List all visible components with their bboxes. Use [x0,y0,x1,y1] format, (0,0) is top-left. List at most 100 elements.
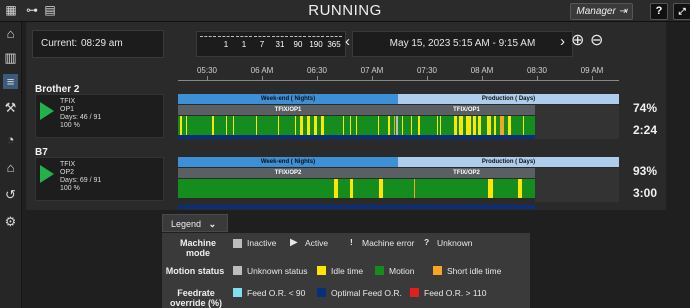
legend-item: Motion [389,266,415,276]
status-segment [518,179,522,198]
status-segment [411,116,412,135]
legend-item: Feed O.R. < 90 [247,288,306,298]
machine-card[interactable]: TFIX OP2 Days: 69 / 91 100 % [35,157,164,201]
axis-tick: 07 AM [360,66,384,75]
status-segment [321,116,324,135]
machine-card[interactable]: TFIX OP1 Days: 46 / 91 100 % [35,94,164,138]
feedrate-bar [178,135,535,139]
motion-status-bar [178,179,535,198]
status-segment [402,116,403,135]
status-segment [350,179,353,198]
job-bar: TFIX/OP1 [398,105,535,115]
shift-bar: Week-end ( Nights) [178,157,398,167]
period-button-day[interactable]: 1 [235,36,253,52]
axis-tick: 07:30 [416,66,438,75]
status-segment [343,116,344,135]
machine-days: Days: 46 / 91 [60,114,102,121]
legend-item: Unknown status [247,266,308,276]
legend-item: Inactive [247,238,277,248]
home-icon[interactable]: ⌂ [3,26,18,41]
factory-icon[interactable]: ⌂ [3,160,18,175]
status-segment [478,116,481,135]
status-segment [226,116,227,135]
idle-swatch [317,266,326,275]
shift-bar: Production ( Days) [398,157,619,167]
feedrate-bar [178,205,535,209]
status-segment [500,116,504,135]
status-segment [379,179,383,198]
period-button-hours[interactable] [199,36,217,52]
legend-item: Feed O.R. > 110 [424,288,487,298]
status-segment [350,116,351,135]
status-segment [396,116,398,135]
period-button-year[interactable]: 365 [325,36,343,52]
duration-value: 2:24 [633,123,658,137]
feed-optimal-swatch [317,288,326,297]
zoom-in-icon[interactable]: ⊕ [571,33,587,49]
period-button-quarter[interactable]: 90 [289,36,307,52]
legend-panel: Machine mode Inactive ▶ Active ! Machine… [162,233,530,308]
fullscreen-button[interactable]: ⤢ [673,3,690,20]
period-button-month[interactable]: 31 [271,36,289,52]
axis-tick: 09 AM [580,66,604,75]
job-bar: TFIX/OP2 [178,168,398,178]
legend-toggle[interactable]: Legend ⌄ [162,214,228,232]
gauge-icon[interactable]: ◔ [3,132,18,147]
date-range-display[interactable]: May 15, 2023 5:15 AM - 9:15 AM [352,31,573,57]
manager-label: Manager [576,6,616,17]
help-button[interactable]: ? [650,3,668,20]
zoom-out-icon[interactable]: ⊖ [590,33,606,49]
period-button-shift[interactable]: 1 [217,36,235,52]
timeline-icon[interactable]: ≡ [3,74,18,89]
period-button-week[interactable]: 7 [253,36,271,52]
fullscreen-icon: ⤢ [678,6,686,16]
machine-days: Days: 69 / 91 [60,177,102,184]
manager-button[interactable]: Manager ⇥ [570,3,633,20]
utilization-value: 93% [633,164,658,178]
status-segment [278,116,279,135]
motion-swatch [375,266,384,275]
future-area [535,105,619,139]
job-bar: TFIX/OP2 [398,168,535,178]
status-segment [212,116,214,135]
chevron-right-icon: › [560,33,565,50]
job-bar: TFIX/OP1 [178,105,398,115]
status-segment [418,116,420,135]
status-segment [414,179,415,198]
legend-item: Optimal Feed O.R. [331,288,402,298]
legend-section-feedrate: Feedrate override (%) [169,288,222,308]
tools-icon[interactable]: ⚒ [3,100,18,115]
current-time: 08:29 am [81,38,123,49]
status-segment [334,179,338,198]
feed-low-swatch [233,288,242,297]
axis-tick: 06 AM [250,66,274,75]
machines-icon[interactable]: ▥ [3,50,18,65]
status-segment [488,179,493,198]
settings-icon[interactable]: ⚙ [3,214,18,229]
status-segment [437,116,438,135]
legend-item: Idle time [331,266,364,276]
status-segment [523,116,524,135]
active-mode-icon [40,102,54,120]
status-segment [314,116,317,135]
history-icon[interactable]: ↺ [3,187,18,202]
axis-tick: 08 AM [470,66,494,75]
current-label: Current: [41,38,78,49]
logout-icon: ⇥ [618,6,627,17]
status-segment [295,116,296,135]
inactive-swatch [233,239,242,248]
unknown-icon: ? [424,237,430,247]
machine-part: TFIX [60,98,76,105]
unknown-status-swatch [233,266,242,275]
next-range-button[interactable]: › [560,33,565,50]
motion-status-bar [178,116,535,135]
legend-section-motion-status: Motion status [165,266,225,276]
current-time-box: Current: 08:29 am [32,30,164,58]
chevron-down-icon: ⌄ [208,219,217,229]
duration-value: 3:00 [633,186,658,200]
status-segment [233,116,234,135]
future-area [535,168,619,202]
period-button-half-year[interactable]: 190 [307,36,325,52]
previous-range-button[interactable]: ‹ [345,33,350,50]
axis-tick: 05:30 [196,66,218,75]
